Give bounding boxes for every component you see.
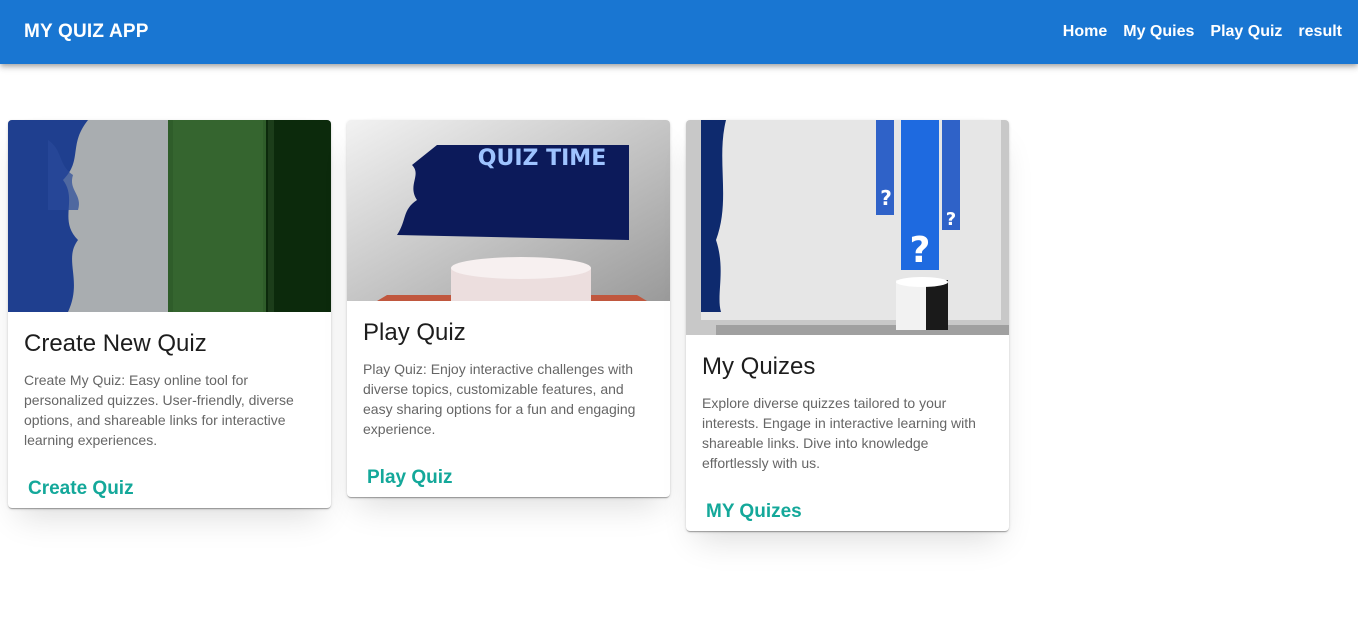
card-description: Play Quiz: Enjoy interactive challenges …	[363, 361, 636, 437]
card-body: Create New Quiz Create My Quiz: Easy onl…	[8, 312, 331, 450]
svg-text:?: ?	[880, 186, 892, 210]
play-quiz-card: QUIZ TIME Play Quiz Play Quiz: Enjoy int…	[347, 120, 670, 497]
create-quiz-image	[8, 120, 331, 312]
card-body: My Quizes Explore diverse quizzes tailor…	[686, 335, 1009, 473]
my-quizzes-button[interactable]: MY Quizes	[698, 493, 810, 531]
play-quiz-button[interactable]: Play Quiz	[359, 459, 461, 497]
card-body: Play Quiz Play Quiz: Enjoy interactive c…	[347, 301, 670, 439]
svg-text:?: ?	[946, 209, 956, 230]
card-description: Create My Quiz: Easy online tool for per…	[24, 372, 294, 448]
card-title: My Quizes	[702, 353, 816, 380]
my-quizzes-image: ? ? ?	[686, 120, 1009, 335]
my-quizzes-card: ? ? ? My Quizes Explore diverse quizzes …	[686, 120, 1009, 531]
nav-home-link[interactable]: Home	[1063, 23, 1107, 41]
app-title: MY QUIZ APP	[24, 21, 149, 42]
create-quiz-button[interactable]: Create Quiz	[20, 470, 142, 508]
nav-my-quizzes-link[interactable]: My Quies	[1123, 23, 1194, 41]
card-description: Explore diverse quizzes tailored to your…	[702, 395, 976, 471]
svg-text:?: ?	[910, 230, 931, 271]
card-title: Create New Quiz	[24, 330, 207, 357]
app-bar: MY QUIZ APP Home My Quies Play Quiz resu…	[0, 0, 1358, 64]
create-quiz-card: Create New Quiz Create My Quiz: Easy onl…	[8, 120, 331, 508]
top-nav: Home My Quies Play Quiz result	[1063, 23, 1342, 41]
nav-result-link[interactable]: result	[1298, 23, 1342, 41]
quiz-time-text: QUIZ TIME	[478, 146, 606, 171]
nav-play-quiz-link[interactable]: Play Quiz	[1210, 23, 1282, 41]
play-quiz-image: QUIZ TIME	[347, 120, 670, 301]
card-title: Play Quiz	[363, 319, 466, 346]
